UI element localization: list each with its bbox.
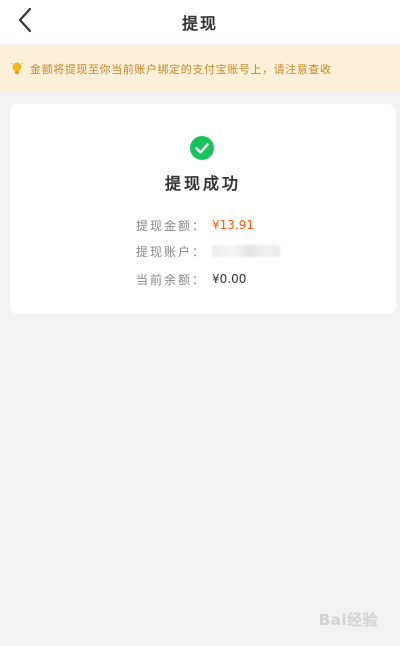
amount-row: 提现金额： ¥13.91 [136,215,254,235]
navigation-bar: 提现 [0,0,400,44]
balance-row: 当前余额： ¥0.00 [136,269,246,289]
account-row: 提现账户： [136,241,281,261]
watermark: Bai经验 [318,611,378,629]
account-label: 提现账户： [136,244,207,259]
amount-label: 提现金额： [136,218,207,233]
page-title: 提现 [181,14,218,33]
lightbulb-icon [10,62,24,74]
check-circle-icon [190,136,214,160]
success-title: 提现成功 [164,174,241,193]
withdraw-result-card: 提现成功 提现金额： ¥13.91 提现账户： 当前余额： ¥0.00 [10,104,396,314]
amount-value: ¥13.91 [212,218,255,232]
account-value-redacted [212,245,281,257]
balance-label: 当前余额： [136,272,207,287]
notice-banner: 金额将提现至你当前账户绑定的支付宝账号上，请注意查收 [0,46,400,91]
notice-text: 金额将提现至你当前账户绑定的支付宝账号上，请注意查收 [30,62,332,76]
balance-value: ¥0.00 [212,272,247,286]
